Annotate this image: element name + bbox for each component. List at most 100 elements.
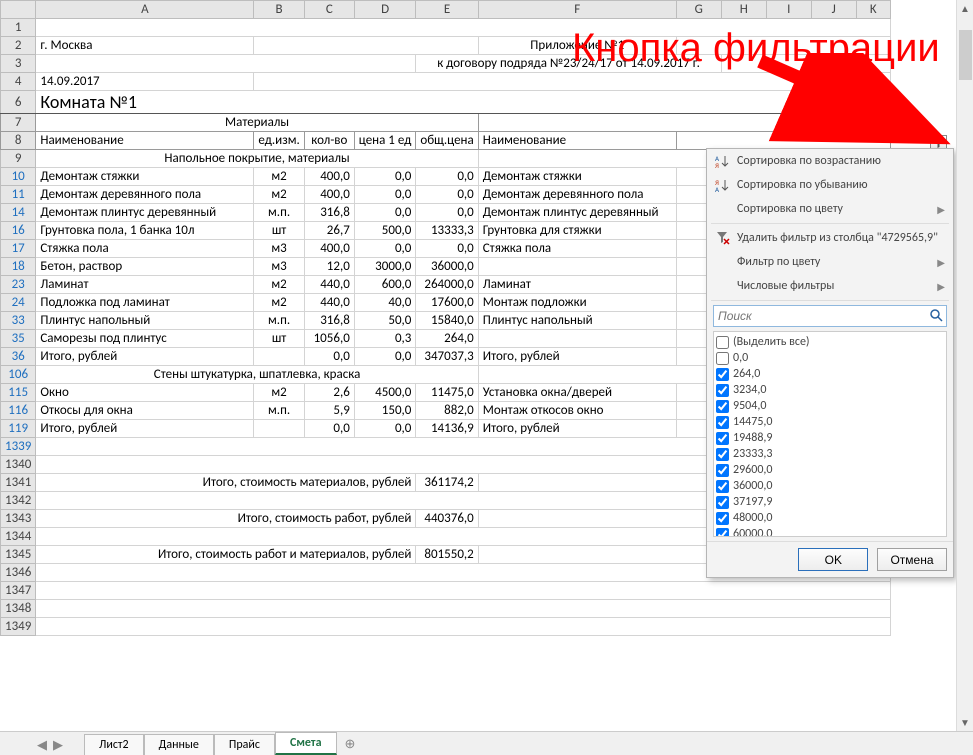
row-17[interactable]: 17 [1, 240, 36, 258]
col-D[interactable]: D [354, 1, 416, 19]
row-1341[interactable]: 1341 [1, 474, 36, 492]
col-B[interactable]: B [254, 1, 304, 19]
row-1343[interactable]: 1343 [1, 510, 36, 528]
col-H[interactable]: H [721, 1, 766, 19]
filter-color-item[interactable]: Фильтр по цвету ▶ [707, 250, 953, 274]
row-1344[interactable]: 1344 [1, 528, 36, 546]
clear-filter-item[interactable]: Удалить фильтр из столбца "4729565,9" [707, 226, 953, 250]
ok-button[interactable]: OK [798, 548, 868, 571]
filter-item[interactable]: 264,0 [716, 366, 944, 382]
row-4[interactable]: 4 [1, 73, 36, 91]
col-name2[interactable]: Наименование [478, 132, 676, 150]
total3-value[interactable]: 801550,2 [416, 546, 478, 564]
sort-asc-item[interactable]: АЯ Сортировка по возрастанию [707, 149, 953, 173]
total3-label[interactable]: Итого, стоимость работ и материалов, руб… [36, 546, 416, 564]
col-total[interactable]: общ.цена [416, 132, 478, 150]
tab-nav-next-icon[interactable]: ▶ [50, 738, 66, 753]
checkbox[interactable] [716, 384, 729, 397]
add-sheet-button[interactable]: ⊕ [337, 734, 361, 755]
scroll-thumb[interactable] [959, 30, 972, 80]
total1-value[interactable]: 361174,2 [416, 474, 478, 492]
works-header[interactable]: Работ [478, 114, 856, 132]
cancel-button[interactable]: Отмена [877, 548, 947, 571]
filter-item[interactable]: 14475,0 [716, 414, 944, 430]
row-2[interactable]: 2 [1, 37, 36, 55]
checkbox[interactable] [716, 464, 729, 477]
col-qty[interactable]: кол-во [304, 132, 354, 150]
filter-item[interactable]: 23333,3 [716, 446, 944, 462]
room-title[interactable]: Комната №1 [36, 91, 890, 114]
col-F[interactable]: F [478, 1, 676, 19]
scroll-up-icon[interactable]: ▲ [957, 0, 973, 17]
total1-label[interactable]: Итого, стоимость материалов, рублей [36, 474, 416, 492]
filter-item[interactable]: 0,0 [716, 350, 944, 366]
date-cell[interactable]: 14.09.2017 [36, 73, 254, 91]
row-115[interactable]: 115 [1, 384, 36, 402]
checkbox[interactable] [716, 496, 729, 509]
col-J[interactable]: J [811, 1, 856, 19]
row-1[interactable]: 1 [1, 19, 36, 37]
row-6[interactable]: 6 [1, 91, 36, 114]
col-A[interactable]: A [36, 1, 254, 19]
tab-data[interactable]: Данные [144, 734, 214, 755]
tab-price[interactable]: Прайс [214, 734, 275, 755]
tab-smeta[interactable]: Смета [275, 732, 337, 755]
checkbox[interactable] [716, 528, 729, 538]
filter-search-input[interactable] [713, 305, 947, 327]
col-unit[interactable]: ед.изм. [254, 132, 304, 150]
checkbox[interactable] [716, 480, 729, 493]
filter-item[interactable]: 19488,9 [716, 430, 944, 446]
checkbox[interactable] [716, 448, 729, 461]
checkbox[interactable] [716, 416, 729, 429]
row-1348[interactable]: 1348 [1, 600, 36, 618]
row-9[interactable]: 9 [1, 150, 36, 168]
row-14[interactable]: 14 [1, 204, 36, 222]
materials-header[interactable]: Материалы [36, 114, 478, 132]
row-35[interactable]: 35 [1, 330, 36, 348]
row-1345[interactable]: 1345 [1, 546, 36, 564]
row-33[interactable]: 33 [1, 312, 36, 330]
row-8[interactable]: 8 [1, 132, 36, 150]
scroll-down-icon[interactable]: ▼ [957, 714, 973, 731]
col-I[interactable]: I [766, 1, 811, 19]
row-10[interactable]: 10 [1, 168, 36, 186]
col-name[interactable]: Наименование [36, 132, 254, 150]
col-E[interactable]: E [416, 1, 478, 19]
row-24[interactable]: 24 [1, 294, 36, 312]
checkbox[interactable] [716, 352, 729, 365]
filter-item[interactable]: 36000,0 [716, 478, 944, 494]
row-7[interactable]: 7 [1, 114, 36, 132]
total2-value[interactable]: 440376,0 [416, 510, 478, 528]
row-106[interactable]: 106 [1, 366, 36, 384]
row-1342[interactable]: 1342 [1, 492, 36, 510]
checkbox[interactable] [716, 368, 729, 381]
filter-item[interactable]: 29600,0 [716, 462, 944, 478]
row-1340[interactable]: 1340 [1, 456, 36, 474]
row-116[interactable]: 116 [1, 402, 36, 420]
number-filters-item[interactable]: Числовые фильтры ▶ [707, 274, 953, 298]
filter-item[interactable]: 9504,0 [716, 398, 944, 414]
section1[interactable]: Напольное покрытие, материалы [36, 150, 478, 168]
sort-color-item[interactable]: Сортировка по цвету ▶ [707, 197, 953, 221]
row-1339[interactable]: 1339 [1, 438, 36, 456]
tab-list2[interactable]: Лист2 [84, 734, 144, 755]
row-3[interactable]: 3 [1, 55, 36, 73]
row-11[interactable]: 11 [1, 186, 36, 204]
section2[interactable]: Стены штукатурка, шпатлевка, краска [36, 366, 478, 384]
filter-item[interactable]: 48000,0 [716, 510, 944, 526]
col-K[interactable]: K [856, 1, 890, 19]
filter-value-list[interactable]: (Выделить все) 0,0 264,0 3234,0 9504,0 1… [713, 331, 947, 537]
col-price[interactable]: цена 1 ед [354, 132, 416, 150]
col-G[interactable]: G [676, 1, 721, 19]
vertical-scrollbar[interactable]: ▲ ▼ [956, 0, 973, 731]
row-18[interactable]: 18 [1, 258, 36, 276]
row-23[interactable]: 23 [1, 276, 36, 294]
checkbox[interactable] [716, 512, 729, 525]
checkbox[interactable] [716, 400, 729, 413]
col-C[interactable]: C [304, 1, 354, 19]
filter-item[interactable]: 3234,0 [716, 382, 944, 398]
total2-label[interactable]: Итого, стоимость работ, рублей [36, 510, 416, 528]
sort-desc-item[interactable]: ЯА Сортировка по убыванию [707, 173, 953, 197]
city-cell[interactable]: г. Москва [36, 37, 254, 55]
row-1346[interactable]: 1346 [1, 564, 36, 582]
